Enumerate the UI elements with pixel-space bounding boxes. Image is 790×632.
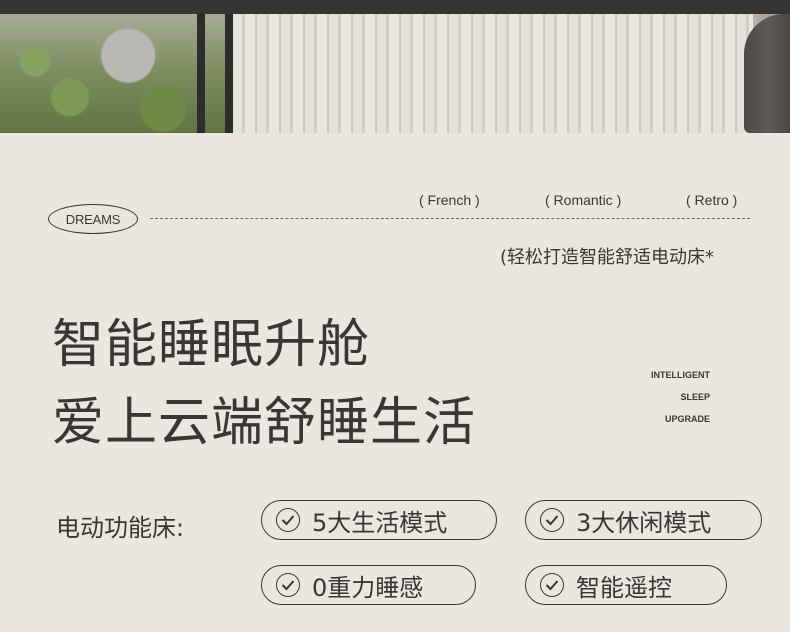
feature-pill-life-modes: 5大生活模式	[261, 500, 497, 540]
sheer-curtain	[233, 14, 753, 133]
feature-label: 5大生活模式	[312, 508, 448, 537]
upholstered-bed-headboard	[744, 14, 790, 133]
window-frame	[197, 14, 205, 133]
feature-pill-zero-gravity: 0重力睡感	[261, 565, 476, 605]
style-tag-retro: ( Retro )	[686, 192, 738, 208]
feature-label: 3大休闲模式	[576, 508, 712, 537]
banner-photo	[0, 14, 790, 133]
tagline-upgrade: UPGRADE	[664, 414, 710, 424]
subtitle: (轻松打造智能舒适电动床*	[500, 247, 715, 268]
style-tag-romantic: ( Romantic )	[545, 192, 622, 208]
function-label: 电动功能床:	[56, 514, 185, 542]
feature-pill-smart-remote: 智能遥控	[525, 565, 727, 605]
check-circle-icon	[276, 508, 300, 532]
dreams-badge: DREAMS	[48, 204, 138, 234]
feature-label: 0重力睡感	[312, 573, 424, 602]
dashed-divider	[150, 218, 750, 219]
check-circle-icon	[540, 573, 564, 597]
style-tag-french: ( French )	[419, 192, 480, 208]
check-circle-icon	[540, 508, 564, 532]
feature-pill-leisure-modes: 3大休闲模式	[525, 500, 762, 540]
feature-label: 智能遥控	[576, 573, 672, 602]
tagline-sleep: SLEEP	[680, 392, 710, 402]
window-frame	[225, 14, 233, 133]
headline-line-1: 智能睡眠升舱	[52, 315, 371, 375]
dreams-label: DREAMS	[65, 211, 121, 227]
check-circle-icon	[276, 573, 300, 597]
top-dark-bar	[0, 0, 790, 14]
tagline-intelligent: INTELLIGENT	[651, 370, 710, 380]
headline-line-2: 爱上云端舒睡生活	[52, 393, 477, 453]
